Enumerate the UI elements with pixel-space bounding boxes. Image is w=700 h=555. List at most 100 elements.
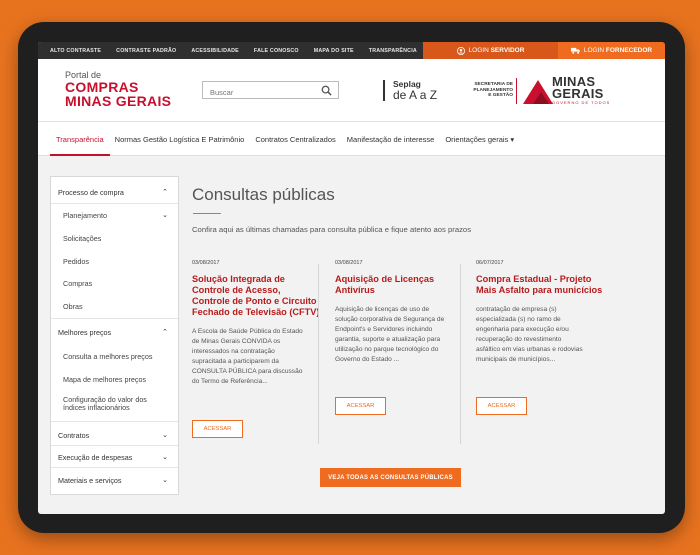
divider <box>51 445 178 446</box>
link-alto-contraste[interactable]: ALTO CONTRASTE <box>50 48 101 54</box>
consulta-card: 03/08/2017 Solução Integrada de Controle… <box>192 260 324 438</box>
link-acessibilidade[interactable]: ACESSIBILIDADE <box>191 48 239 54</box>
user-icon <box>456 46 465 55</box>
card-text-line: supracitada a participarem da <box>192 358 279 365</box>
card-title-line: Solução Integrada de <box>192 274 285 284</box>
sidebar-section-label: Materiais e serviços <box>58 476 122 485</box>
card-text-line: interessados na contratação <box>192 348 275 355</box>
card-description: contratação de empresa (s) especializada… <box>476 305 608 365</box>
card-text-line: de Minas Gerais CONVIDA os <box>192 338 281 345</box>
consulta-card: 03/08/2017 Aquisição de Licenças Antivír… <box>335 260 467 415</box>
card-title[interactable]: Solução Integrada de Controle de Acesso,… <box>192 274 324 318</box>
portal-name-line1: COMPRAS <box>65 79 139 95</box>
card-text-line: recuperação do revestimento <box>476 336 562 343</box>
login-fornecedor-prefix: LOGIN <box>583 47 605 54</box>
link-fale-conosco[interactable]: FALE CONOSCO <box>254 48 299 54</box>
card-description: Aquisição de licenças de uso de solução … <box>335 305 467 365</box>
seplag-a-z-link[interactable]: Seplag de A a Z <box>383 80 437 101</box>
acessar-button[interactable]: ACESSAR <box>192 420 243 438</box>
nav-transparencia[interactable]: Transparência <box>56 135 104 144</box>
mg-logo-line2: GERAIS <box>552 86 604 101</box>
sidebar-section-label: Contratos <box>58 431 90 440</box>
minas-gerais-logo-text: MINAS GERAIS GOVERNO DE TODOS <box>552 75 611 105</box>
divider <box>51 318 178 319</box>
mg-logo-tagline: GOVERNO DE TODOS <box>552 100 611 105</box>
portal-logo[interactable]: Portal de COMPRAS MINAS GERAIS <box>65 70 171 108</box>
card-text-line: contratação de empresa (s) <box>476 306 557 313</box>
search-icon[interactable] <box>321 85 332 96</box>
site-header: Portal de COMPRAS MINAS GERAIS Seplag de… <box>38 59 665 121</box>
card-title[interactable]: Aquisição de Licenças Antivírus <box>335 274 467 296</box>
divider <box>51 203 178 204</box>
secretaria-logo: SECRETARIA DE PLANEJAMENTO E GESTÃO <box>453 82 513 99</box>
login-servidor-prefix: LOGIN <box>468 47 489 54</box>
card-text-line: municipais de municípios... <box>476 356 556 363</box>
card-text-line: CONSULTA PÚBLICA para discussão <box>192 368 303 375</box>
card-title[interactable]: Compra Estadual - Projeto Mais Asfalto p… <box>476 274 608 296</box>
card-text-line: Aquisição de licenças de uso de <box>335 306 430 313</box>
chevron-up-icon: ⌃ <box>162 189 168 196</box>
page-intro: Confira aqui as últimas chamadas para co… <box>192 225 472 234</box>
card-text-line: A Escola de Saúde Pública do Estado <box>192 328 303 335</box>
utility-links: ALTO CONTRASTE CONTRASTE PADRÃO ACESSIBI… <box>50 42 417 59</box>
active-nav-indicator <box>50 154 110 156</box>
page-title: Consultas públicas <box>192 185 335 204</box>
card-title-line: Antivírus <box>335 285 375 295</box>
nav-manifestacao[interactable]: Manifestação de interesse <box>347 135 435 144</box>
link-mapa-do-site[interactable]: MAPA DO SITE <box>314 48 354 54</box>
login-fornecedor-button[interactable]: LOGIN FORNECEDOR <box>558 42 665 59</box>
link-transparencia[interactable]: TRANSPARÊNCIA <box>369 48 417 54</box>
secretaria-line3: E GESTÃO <box>488 93 513 98</box>
card-text-line: do Termo de Referência... <box>192 378 268 385</box>
sidebar-item-label: Compras <box>63 279 93 288</box>
search-input[interactable] <box>203 84 313 101</box>
sidebar-item-label: Pedidos <box>63 257 89 266</box>
chevron-down-icon: ⌄ <box>162 454 168 461</box>
nav-contratos-centralizados[interactable]: Contratos Centralizados <box>255 135 335 144</box>
divider <box>51 421 178 422</box>
nav-orientacoes[interactable]: Orientações gerais ▾ <box>445 135 514 144</box>
card-text-line: garantia, suporte e atualização para <box>335 336 441 343</box>
card-text-line: Governo do Estado ... <box>335 356 400 363</box>
login-servidor-button[interactable]: LOGIN SERVIDOR <box>423 42 558 59</box>
nav-normas[interactable]: Normas Gestão Logística E Patrimônio <box>115 135 245 144</box>
card-text-line: utilização no parque tecnológico do <box>335 346 439 353</box>
sidebar-section-label: Melhores preços <box>58 328 112 337</box>
sidebar-section-label: Processo de compra <box>58 188 124 197</box>
chevron-down-icon: ⌄ <box>162 432 168 439</box>
search-box <box>202 81 339 101</box>
card-text-line: Endpoint's e Servidores incluindo <box>335 326 433 333</box>
sidebar-item-label-group: Configuração do valor dos índices inflac… <box>63 396 147 412</box>
card-text-line: asfáltico em vias urbanas e rodovias <box>476 346 583 353</box>
card-title-line: Mais Asfalto para municícios <box>476 285 603 295</box>
utility-bar: ALTO CONTRASTE CONTRASTE PADRÃO ACESSIBI… <box>38 42 665 59</box>
card-title-line: Fechado de Televisão (CFTV) <box>192 307 320 317</box>
browser-screen: ALTO CONTRASTE CONTRASTE PADRÃO ACESSIBI… <box>38 42 665 514</box>
sidebar-item-label-line2: índices inflacionários <box>63 403 130 412</box>
card-title-line: Compra Estadual - Projeto <box>476 274 592 284</box>
card-date: 03/08/2017 <box>335 260 363 266</box>
card-title-line: Controle de Ponto e Circuito <box>192 296 317 306</box>
card-description: A Escola de Saúde Pública do Estado de M… <box>192 327 324 387</box>
link-contraste-padrao[interactable]: CONTRASTE PADRÃO <box>116 48 176 54</box>
logo-divider <box>516 78 517 104</box>
acessar-button[interactable]: ACESSAR <box>476 397 527 415</box>
sidebar-item-label: Planejamento <box>63 211 107 220</box>
ver-todas-consultas-button[interactable]: VEJA TODAS AS CONSULTAS PÚBLICAS <box>320 468 461 487</box>
card-text-line: solução corporativa de Segurança de <box>335 316 445 323</box>
sidebar: Processo de compra ⌃ Planejamento ⌄ Soli… <box>50 176 179 495</box>
login-servidor-label: SERVIDOR <box>490 47 525 54</box>
column-divider <box>318 264 319 444</box>
sidebar-item-label: Solicitações <box>63 234 102 243</box>
sidebar-section-label: Execução de despesas <box>58 453 133 462</box>
login-fornecedor-label: FORNECEDOR <box>605 47 653 54</box>
chevron-down-icon: ⌄ <box>162 212 168 219</box>
acessar-button[interactable]: ACESSAR <box>335 397 386 415</box>
card-text-line: especializada (s) no ramo de <box>476 316 561 323</box>
seplag-subtitle: de A a Z <box>393 88 438 102</box>
card-text-line: engenharia para execução e/ou <box>476 326 569 333</box>
card-title-line: Aquisição de Licenças <box>335 274 435 284</box>
main-nav: Transparência Normas Gestão Logística E … <box>38 121 665 156</box>
caret-down-icon: ▾ <box>510 135 515 144</box>
card-date: 03/08/2017 <box>192 260 220 266</box>
